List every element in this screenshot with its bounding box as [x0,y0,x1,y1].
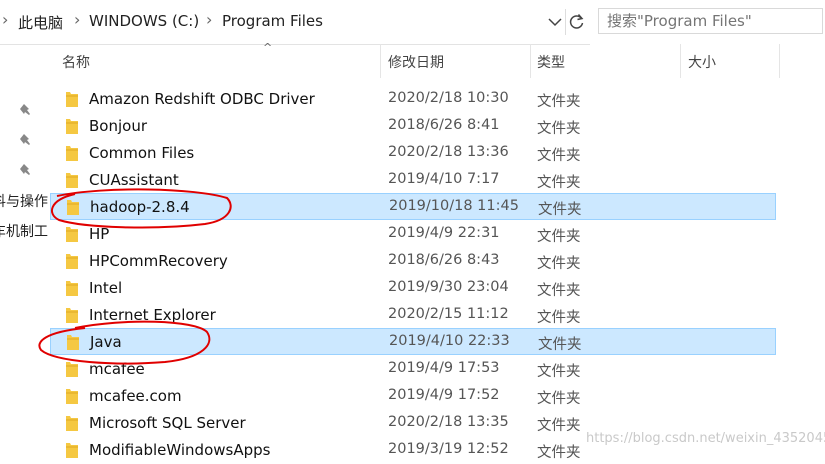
file-name: ModifiableWindowsApps [89,441,271,459]
folder-icon [66,308,78,323]
file-row[interactable]: mcafee 2019/4/9 17:53 文件夹 [50,356,776,383]
address-history-chevron-down-icon[interactable] [546,11,564,33]
column-divider[interactable] [530,44,531,78]
folder-icon [66,254,78,269]
column-header-name[interactable]: 名称 [62,52,90,72]
file-row[interactable]: Intel 2019/9/30 23:04 文件夹 [50,275,776,302]
file-row-selected[interactable]: hadoop-2.8.4 2019/10/18 11:45 文件夹 [50,193,776,220]
file-type: 文件夹 [537,445,581,461]
search-box[interactable] [598,8,823,34]
column-header-type[interactable]: 类型 [537,52,565,72]
folder-icon [67,200,79,215]
folder-icon [66,443,78,458]
file-row[interactable]: HPCommRecovery 2018/6/26 8:43 文件夹 [50,248,776,275]
file-name: Java [90,333,122,351]
column-divider[interactable] [779,44,780,78]
column-divider[interactable] [680,44,681,78]
folder-icon [66,227,78,242]
file-date: 2019/10/18 11:45 [389,198,519,214]
file-row[interactable]: Bonjour 2018/6/26 8:41 文件夹 [50,113,776,140]
file-name: HP [89,225,110,243]
folder-icon [67,335,79,350]
nav-item-label[interactable]: 车机制工 [0,221,48,241]
nav-item-label[interactable]: 抖与操作 [0,191,48,211]
file-row[interactable]: Internet Explorer 2020/2/15 11:12 文件夹 [50,302,776,329]
folder-icon [66,416,78,431]
file-name: Internet Explorer [89,306,216,324]
file-date: 2019/4/10 7:17 [388,171,500,187]
breadcrumb-drive-c[interactable]: WINDOWS (C:) [89,12,199,30]
file-list: Amazon Redshift ODBC Driver 2020/2/18 10… [50,86,825,461]
column-divider[interactable] [380,44,381,78]
file-date: 2018/6/26 8:41 [388,117,500,133]
folder-icon [66,92,78,107]
pin-icon[interactable] [18,102,34,118]
folder-icon [66,389,78,404]
file-type: 文件夹 [538,337,582,353]
file-date: 2020/2/15 11:12 [388,306,509,322]
breadcrumb-separator: › [74,10,81,29]
breadcrumb-program-files[interactable]: Program Files [222,12,323,30]
file-row[interactable]: mcafee.com 2019/4/9 17:52 文件夹 [50,383,776,410]
file-name: mcafee.com [89,387,182,405]
file-name: CUAssistant [89,171,179,189]
navigation-pane: 抖与操作 车机制工 [0,44,48,458]
file-type: 文件夹 [537,121,581,137]
address-bar[interactable]: › 此电脑 › WINDOWS (C:) › Program Files [0,0,590,45]
file-type: 文件夹 [537,175,581,191]
file-type: 文件夹 [537,310,581,326]
folder-icon [66,173,78,188]
file-name: Microsoft SQL Server [89,414,246,432]
file-date: 2019/3/19 12:52 [388,441,509,457]
pin-icon[interactable] [18,132,34,148]
file-name: HPCommRecovery [89,252,228,270]
file-type: 文件夹 [537,229,581,245]
file-name: Common Files [89,144,195,162]
file-type: 文件夹 [537,391,581,407]
file-row-selected[interactable]: Java 2019/4/10 22:33 文件夹 [50,328,776,355]
file-date: 2019/4/9 17:52 [388,387,500,403]
file-date: 2019/4/10 22:33 [389,333,510,349]
file-row[interactable]: Common Files 2020/2/18 13:36 文件夹 [50,140,776,167]
breadcrumb-this-pc[interactable]: 此电脑 [18,12,63,33]
file-type: 文件夹 [537,148,581,164]
watermark-url: https://blog.csdn.net/weixin_43520450 [586,431,825,446]
file-type: 文件夹 [537,364,581,380]
file-date: 2019/9/30 23:04 [388,279,509,295]
file-date: 2020/2/18 13:36 [388,144,509,160]
file-name: Bonjour [89,117,147,135]
breadcrumb-separator: › [2,10,9,29]
file-type: 文件夹 [537,256,581,272]
folder-icon [66,146,78,161]
sort-ascending-icon: ^ [263,41,273,54]
file-type: 文件夹 [537,418,581,434]
file-type: 文件夹 [537,94,581,110]
search-input[interactable] [599,9,822,33]
file-row[interactable]: Amazon Redshift ODBC Driver 2020/2/18 10… [50,86,776,113]
file-date: 2020/2/18 13:35 [388,414,509,430]
file-row[interactable]: CUAssistant 2019/4/10 7:17 文件夹 [50,167,776,194]
breadcrumb-separator: › [206,10,213,29]
file-date: 2019/4/9 22:31 [388,225,500,241]
file-date: 2020/2/18 10:30 [388,90,509,106]
column-header-size[interactable]: 大小 [688,52,716,72]
file-date: 2019/4/9 17:53 [388,360,500,376]
file-type: 文件夹 [537,283,581,299]
file-date: 2018/6/26 8:43 [388,252,500,268]
pin-icon[interactable] [18,162,34,178]
file-name: Intel [89,279,123,297]
file-row[interactable]: HP 2019/4/9 22:31 文件夹 [50,221,776,248]
column-header: ^ 名称 修改日期 类型 大小 [50,41,825,78]
file-name: mcafee [89,360,145,378]
folder-icon [66,119,78,134]
file-name: Amazon Redshift ODBC Driver [89,90,315,108]
file-name: hadoop-2.8.4 [90,198,190,216]
column-header-date[interactable]: 修改日期 [388,52,444,72]
file-type: 文件夹 [538,202,582,218]
folder-icon [66,281,78,296]
folder-icon [66,362,78,377]
refresh-icon[interactable] [565,9,588,35]
